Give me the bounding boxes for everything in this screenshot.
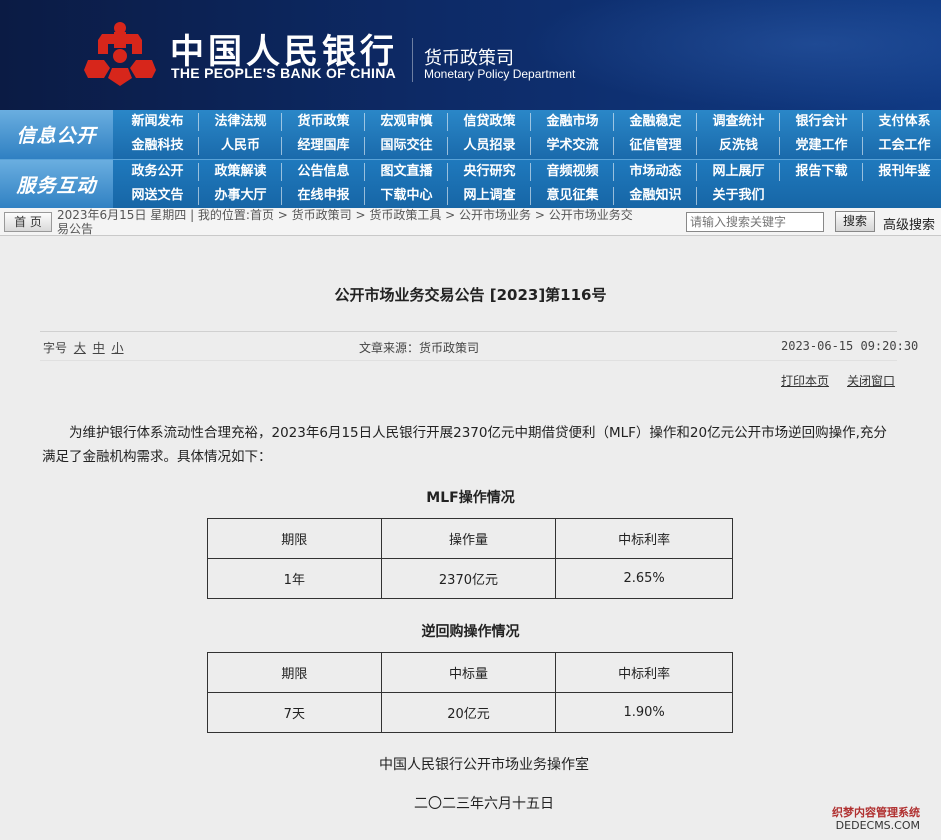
nav-item[interactable]: 市场动态 <box>614 160 697 184</box>
close-window-link[interactable]: 关闭窗口 <box>847 372 895 389</box>
banner-divider <box>412 38 413 82</box>
nav-item[interactable]: 法律法规 <box>199 110 282 134</box>
font-size-medium-link[interactable]: 中 <box>93 341 105 355</box>
table-cell-amount: 20亿元 <box>380 692 557 733</box>
nav-item[interactable]: 征信管理 <box>614 134 697 158</box>
breadcrumb-line-2: 易公告 <box>57 222 94 236</box>
pboc-logo-icon <box>84 22 156 86</box>
nav-item[interactable]: 反洗钱 <box>697 134 780 158</box>
reverse-repo-table-title: 逆回购操作情况 <box>421 624 520 640</box>
department-name-en: Monetary Policy Department <box>424 67 576 81</box>
signature-date: 二〇二三年六月十五日 <box>414 796 554 812</box>
nav-item[interactable]: 金融科技 <box>116 134 199 158</box>
table-header-row: 期限 中标量 中标利率 <box>207 652 733 693</box>
reverse-repo-table: 期限 中标量 中标利率 7天 20亿元 1.90% <box>207 652 733 733</box>
article-title: 公开市场业务交易公告 [2023]第116号 <box>334 286 607 304</box>
watermark: 织梦内容管理系统 DEDECMS.COM <box>832 806 920 832</box>
table-cell-term: 7天 <box>207 692 382 733</box>
breadcrumb-bar: 首 页 2023年6月15日 星期四 | 我的位置:首页 > 货币政策司 > 货… <box>0 208 941 236</box>
font-size-label: 字号 <box>43 341 68 355</box>
nav-heading-service: 服务互动 <box>0 160 113 209</box>
article-paragraph: 为维护银行体系流动性合理充裕，2023年6月15日人民银行开展2370亿元中期借… <box>42 425 887 465</box>
nav-grid-info: 新闻发布 法律法规 货币政策 宏观审慎 信贷政策 金融市场 金融稳定 调查统计 银行会计 支付体系… <box>116 110 941 159</box>
meta-divider-bottom <box>40 360 897 361</box>
nav-item[interactable]: 关于我们 <box>697 184 780 208</box>
watermark-line-1: 织梦内容管理系统 <box>832 806 920 819</box>
search-input[interactable] <box>686 212 824 232</box>
nav-item[interactable]: 公告信息 <box>282 160 365 184</box>
nav-item[interactable]: 支付体系 <box>863 110 941 134</box>
nav-item[interactable]: 报刊年鉴 <box>863 160 941 184</box>
nav-item[interactable]: 音频视频 <box>531 160 614 184</box>
table-header-cell: 操作量 <box>380 518 557 559</box>
font-size-large-link[interactable]: 大 <box>74 341 86 355</box>
nav-item[interactable]: 在线申报 <box>282 184 365 208</box>
table-row: 7天 20亿元 1.90% <box>207 692 733 733</box>
nav-item[interactable]: 宏观审慎 <box>365 110 448 134</box>
nav-item[interactable]: 货币政策 <box>282 110 365 134</box>
nav-item[interactable]: 下载中心 <box>365 184 448 208</box>
signature-office: 中国人民银行公开市场业务操作室 <box>379 757 589 773</box>
font-size-selector: 字号 大 中 小 <box>43 339 124 356</box>
mlf-table: 期限 操作量 中标利率 1年 2370亿元 2.65% <box>207 518 733 599</box>
nav-heading-info: 信息公开 <box>0 110 113 159</box>
table-row: 1年 2370亿元 2.65% <box>207 558 733 599</box>
table-cell-rate: 1.90% <box>555 692 733 733</box>
nav-item[interactable]: 学术交流 <box>531 134 614 158</box>
home-button[interactable]: 首 页 <box>4 212 52 232</box>
table-header-cell: 期限 <box>207 518 382 559</box>
nav-item[interactable]: 金融知识 <box>614 184 697 208</box>
table-header-cell: 中标量 <box>380 652 557 693</box>
nav-item[interactable]: 人民币 <box>199 134 282 158</box>
watermark-line-2: DEDECMS.COM <box>835 819 920 832</box>
nav-item[interactable]: 政策解读 <box>199 160 282 184</box>
table-cell-term: 1年 <box>207 558 382 599</box>
nav-item[interactable]: 党建工作 <box>780 134 863 158</box>
table-header-cell: 中标利率 <box>555 518 733 559</box>
nav-item[interactable]: 新闻发布 <box>116 110 199 134</box>
nav-item[interactable]: 报告下载 <box>780 160 863 184</box>
nav-band-info: 信息公开 新闻发布 法律法规 货币政策 宏观审慎 信贷政策 金融市场 金融稳定 调查统计 银行会… <box>0 110 941 159</box>
nav-item[interactable]: 意见征集 <box>531 184 614 208</box>
meta-divider-top <box>40 331 897 332</box>
table-header-cell: 期限 <box>207 652 382 693</box>
nav-grid-service: 政务公开 政策解读 公告信息 图文直播 央行研究 音频视频 市场动态 网上展厅 报告下载 报刊年鉴… <box>116 160 941 209</box>
nav-item[interactable]: 央行研究 <box>448 160 531 184</box>
search-button[interactable]: 搜索 <box>835 211 875 232</box>
nav-item[interactable]: 办事大厅 <box>199 184 282 208</box>
nav-item[interactable]: 国际交往 <box>365 134 448 158</box>
article-datetime: 2023-06-15 09:20:30 <box>781 339 919 353</box>
table-header-row: 期限 操作量 中标利率 <box>207 518 733 559</box>
nav-item[interactable]: 网送文告 <box>116 184 199 208</box>
article-source: 文章来源：货币政策司 <box>359 341 480 355</box>
nav-item[interactable]: 政务公开 <box>116 160 199 184</box>
print-page-link[interactable]: 打印本页 <box>781 372 829 389</box>
nav-item[interactable]: 金融稳定 <box>614 110 697 134</box>
advanced-search-link[interactable]: 高级搜索 <box>883 214 935 233</box>
breadcrumb: 2023年6月15日 星期四 | 我的位置:首页 > 货币政策司 > 货币政策工… <box>57 208 685 236</box>
nav-item[interactable]: 图文直播 <box>365 160 448 184</box>
breadcrumb-line-1: 2023年6月15日 星期四 | 我的位置:首页 > 货币政策司 > 货币政策工… <box>57 208 633 222</box>
table-cell-amount: 2370亿元 <box>380 558 557 599</box>
nav-item[interactable]: 工会工作 <box>863 134 941 158</box>
nav-item[interactable]: 经理国库 <box>282 134 365 158</box>
nav-band-service: 服务互动 政务公开 政策解读 公告信息 图文直播 央行研究 音频视频 市场动态 网上展厅 报告下… <box>0 159 941 209</box>
nav-item[interactable]: 人员招录 <box>448 134 531 158</box>
nav-item[interactable]: 金融市场 <box>531 110 614 134</box>
nav-item[interactable]: 银行会计 <box>780 110 863 134</box>
nav-item[interactable]: 调查统计 <box>697 110 780 134</box>
table-header-cell: 中标利率 <box>555 652 733 693</box>
nav-item[interactable]: 网上展厅 <box>697 160 780 184</box>
bank-name-en: THE PEOPLE'S BANK OF CHINA <box>171 65 397 81</box>
nav-item[interactable]: 信贷政策 <box>448 110 531 134</box>
font-size-small-link[interactable]: 小 <box>112 341 124 355</box>
site-banner: 中国人民银行 THE PEOPLE'S BANK OF CHINA 货币政策司 … <box>0 0 941 110</box>
table-cell-rate: 2.65% <box>555 558 733 599</box>
main-nav: 信息公开 新闻发布 法律法规 货币政策 宏观审慎 信贷政策 金融市场 金融稳定 调查统计 银行会… <box>0 110 941 209</box>
nav-item[interactable]: 网上调查 <box>448 184 531 208</box>
mlf-table-title: MLF操作情况 <box>426 490 515 506</box>
